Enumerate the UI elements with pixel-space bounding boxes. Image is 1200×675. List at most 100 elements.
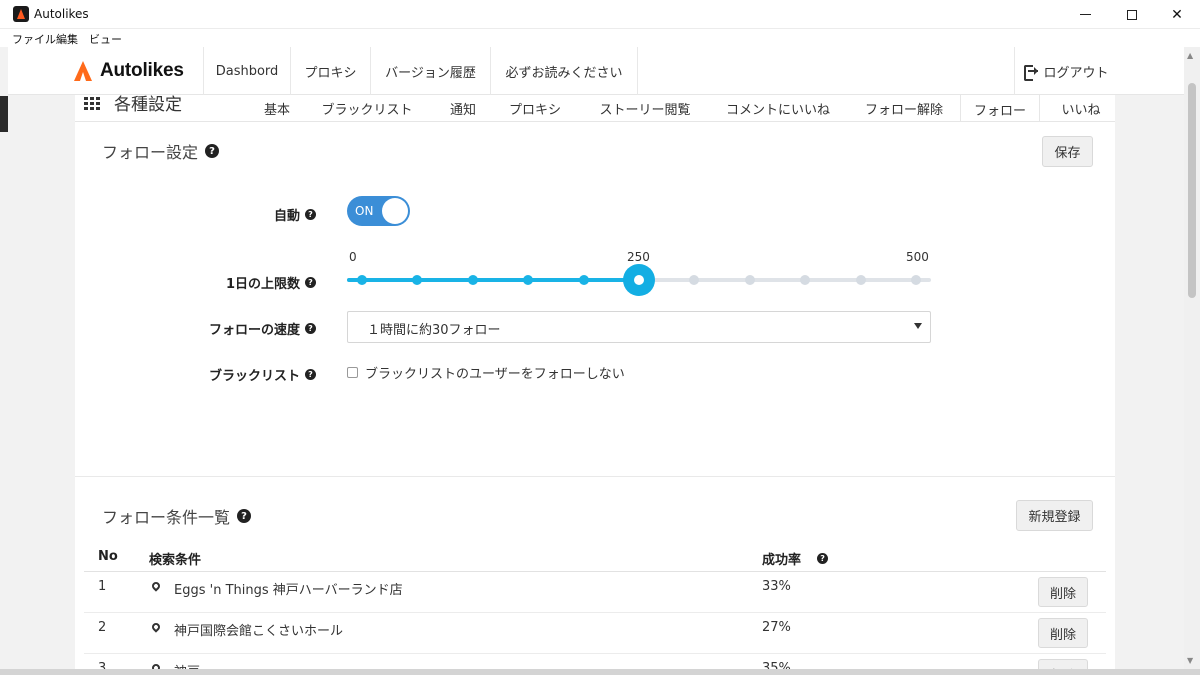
map-marker-icon (150, 580, 162, 592)
slider-step-dot[interactable] (855, 275, 866, 285)
tab-story-view[interactable]: ストーリー閲覧 (585, 95, 705, 121)
help-icon[interactable]: ? (305, 323, 316, 334)
row-no: 2 (98, 620, 107, 635)
slider-step-dot[interactable] (357, 275, 367, 285)
menu-view[interactable]: ビュー (89, 31, 122, 47)
conditions-title-text: フォロー条件一覧 (102, 508, 231, 527)
nav-version-history[interactable]: バージョン履歴 (370, 47, 490, 95)
help-icon[interactable]: ? (205, 144, 220, 158)
slider-step-dot[interactable] (800, 275, 811, 285)
app-icon (13, 6, 29, 22)
panel-header: 各種設定 基本 ブラックリスト 通知 プロキシ ストーリー閲覧 コメントにいいね… (75, 95, 1115, 122)
autolikes-logo-icon (74, 61, 92, 81)
slider-step-dot[interactable] (467, 275, 478, 285)
menu-bar: ファイル 編集 ビュー (0, 29, 1200, 47)
header-condition: 検索条件 (149, 553, 202, 568)
save-button[interactable]: 保存 (1042, 136, 1093, 167)
speed-label-text: フォローの速度 (208, 323, 300, 338)
row-divider (84, 612, 1106, 613)
nav-dashboard[interactable]: Dashbord (203, 47, 290, 95)
follow-settings-title-text: フォロー設定 (102, 143, 199, 162)
nav-must-read[interactable]: 必ずお読みください (490, 47, 638, 95)
scroll-up-icon[interactable]: ▲ (1187, 51, 1193, 60)
speed-label: フォローの速度 ? (135, 319, 316, 338)
new-registration-button[interactable]: 新規登録 (1016, 500, 1093, 531)
row-no: 1 (98, 579, 107, 594)
maximize-button[interactable] (1109, 0, 1155, 29)
scroll-thumb[interactable] (1188, 83, 1196, 298)
help-icon[interactable]: ? (305, 277, 316, 288)
slider-step-dot[interactable] (412, 275, 423, 285)
menu-file[interactable]: ファイル (12, 31, 56, 47)
row-rate: 27% (762, 620, 791, 635)
tab-follow[interactable]: フォロー (960, 95, 1040, 121)
tab-comment-like[interactable]: コメントにいいね (711, 95, 845, 121)
slider-step-dot[interactable] (744, 275, 755, 285)
row-divider (84, 653, 1106, 654)
slider-step-dot[interactable] (578, 275, 589, 285)
close-button[interactable]: ✕ (1154, 0, 1200, 29)
scroll-down-icon[interactable]: ▼ (1187, 656, 1193, 665)
window-bottom-edge (0, 669, 1200, 675)
tab-proxy[interactable]: プロキシ (499, 95, 571, 121)
auto-label: 自動 ? (135, 205, 316, 224)
auto-label-text: 自動 (273, 209, 300, 224)
delete-button[interactable]: 削除 (1038, 577, 1088, 607)
blacklist-label-text: ブラックリスト (208, 369, 300, 384)
delete-button[interactable]: 削除 (1038, 618, 1088, 648)
logout-button[interactable]: ログアウト (1014, 47, 1118, 95)
daily-limit-slider[interactable] (347, 264, 931, 296)
tab-notification[interactable]: 通知 (435, 95, 491, 121)
speed-select-value: １時間に約30フォロー (367, 323, 501, 338)
table-header-divider (84, 571, 1106, 572)
logout-icon (1024, 65, 1039, 81)
daily-limit-label-text: 1日の上限数 (225, 277, 300, 292)
header-no: No (98, 549, 118, 564)
top-navbar: Autolikes Dashbord プロキシ バージョン履歴 必ずお読みくださ… (8, 47, 1184, 95)
scrollbar[interactable]: ▲ ▼ (1184, 47, 1200, 669)
panel-title: 各種設定 (114, 95, 182, 115)
speed-select[interactable]: １時間に約30フォロー (347, 311, 931, 343)
help-icon[interactable]: ? (817, 553, 829, 564)
daily-limit-label: 1日の上限数 ? (135, 273, 316, 292)
window-title: Autolikes (34, 7, 89, 21)
slider-step-dot[interactable] (689, 275, 700, 285)
tab-unfollow[interactable]: フォロー解除 (849, 95, 959, 121)
slider-step-dot[interactable] (523, 275, 534, 285)
nav-proxy[interactable]: プロキシ (290, 47, 370, 95)
settings-panel: 各種設定 基本 ブラックリスト 通知 プロキシ ストーリー閲覧 コメントにいいね… (75, 95, 1115, 675)
maximize-icon (1127, 9, 1137, 20)
tab-like[interactable]: いいね (1047, 95, 1115, 121)
slider-step-dot[interactable] (911, 275, 921, 285)
follow-settings-title: フォロー設定 ? (102, 139, 220, 163)
help-icon[interactable]: ? (237, 509, 252, 523)
slider-min-label: 0 (349, 250, 357, 264)
blacklist-checkbox[interactable] (347, 367, 358, 378)
row-rate: 33% (762, 579, 791, 594)
map-marker-icon (150, 621, 162, 633)
header-rate-text: 成功率 (762, 553, 802, 568)
minimize-button[interactable] (1062, 0, 1108, 29)
toggle-knob (382, 198, 408, 224)
auto-toggle-state: ON (355, 204, 374, 218)
help-icon[interactable]: ? (305, 209, 316, 220)
row-condition: Eggs 'n Things 神戸ハーバーランド店 (174, 583, 403, 598)
help-icon[interactable]: ? (305, 369, 316, 380)
tab-basic[interactable]: 基本 (253, 95, 301, 121)
slider-handle[interactable] (623, 264, 655, 296)
tab-blacklist[interactable]: ブラックリスト (312, 95, 422, 121)
header-rate: 成功率 ? (762, 549, 829, 568)
minimize-icon (1079, 14, 1091, 15)
title-bar: Autolikes ✕ (0, 0, 1200, 29)
brand[interactable]: Autolikes (74, 60, 184, 82)
blacklist-label: ブラックリスト ? (135, 365, 316, 384)
brand-name: Autolikes (100, 60, 184, 81)
row-condition: 神戸国際会館こくさいホール (174, 624, 344, 639)
slider-fill (347, 278, 639, 282)
blacklist-checkbox-label[interactable]: ブラックリストのユーザーをフォローしない (365, 363, 625, 382)
left-edge-strip (0, 96, 8, 132)
close-icon: ✕ (1171, 6, 1183, 23)
auto-toggle[interactable]: ON (347, 196, 410, 226)
menu-edit[interactable]: 編集 (56, 31, 78, 47)
grid-icon (84, 97, 102, 111)
